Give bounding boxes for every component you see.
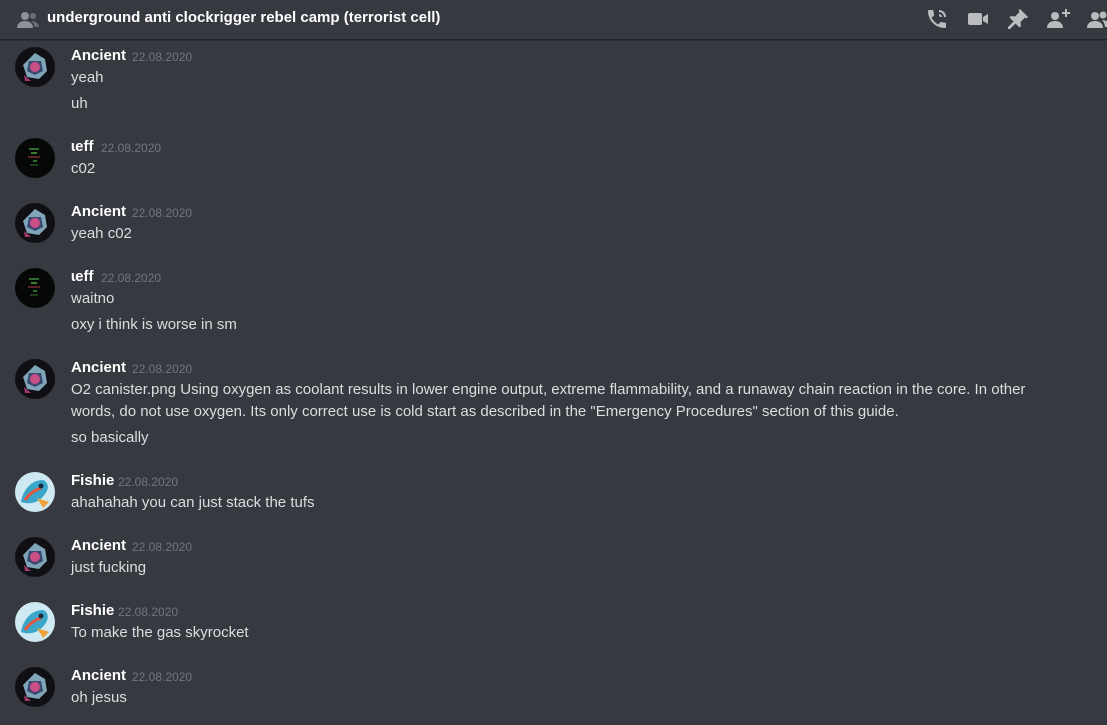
timestamp: 22.08.2020 — [132, 206, 193, 220]
author-name[interactable]: Ancient — [71, 537, 126, 554]
message-text: oxy i think is worse in sm — [71, 316, 237, 333]
channel-header: underground anti clockrigger rebel camp … — [0, 0, 1107, 40]
author-name[interactable]: Fishie — [71, 472, 114, 489]
author-name[interactable]: Fishie — [71, 602, 114, 619]
video-call-icon[interactable] — [966, 7, 990, 31]
timestamp: 22.08.2020 — [132, 362, 193, 376]
pin-icon[interactable] — [1006, 7, 1030, 31]
message-text: c02 — [71, 160, 96, 177]
member-list-icon[interactable] — [1086, 7, 1107, 31]
message-text: To make the gas skyrocket — [71, 624, 249, 641]
avatar[interactable] — [15, 47, 55, 87]
message-list: Ancient 22.08.2020 yeah uh ɩeff 22.08.20… — [0, 41, 1107, 725]
timestamp: 22.08.2020 — [101, 271, 162, 285]
avatar[interactable] — [15, 472, 55, 512]
avatar[interactable] — [15, 667, 55, 707]
timestamp: 22.08.2020 — [132, 540, 193, 554]
add-member-icon[interactable] — [1046, 7, 1070, 31]
message-text: oh jesus — [71, 689, 127, 706]
message-text: just fucking — [71, 559, 147, 576]
phone-call-icon[interactable] — [925, 7, 949, 31]
author-name[interactable]: Ancient — [71, 359, 126, 376]
channel-title: underground anti clockrigger rebel camp … — [47, 9, 441, 26]
timestamp: 22.08.2020 — [118, 475, 179, 489]
message-text: so basically — [71, 429, 149, 446]
avatar[interactable] — [15, 359, 55, 399]
message-text: ahahahah you can just stack the tufs — [71, 494, 315, 511]
message-text: yeah — [71, 69, 104, 86]
group-icon — [17, 12, 39, 28]
avatar[interactable] — [15, 537, 55, 577]
timestamp: 22.08.2020 — [132, 50, 193, 64]
author-name[interactable]: Ancient — [71, 47, 126, 64]
avatar[interactable] — [15, 203, 55, 243]
timestamp: 22.08.2020 — [132, 670, 193, 684]
timestamp: 22.08.2020 — [101, 141, 162, 155]
avatar[interactable] — [15, 602, 55, 642]
author-name[interactable]: ɩeff — [71, 268, 94, 285]
timestamp: 22.08.2020 — [118, 605, 179, 619]
author-name[interactable]: ɩeff — [71, 138, 94, 155]
author-name[interactable]: Ancient — [71, 667, 126, 684]
message-text: yeah c02 — [71, 225, 132, 242]
author-name[interactable]: Ancient — [71, 203, 126, 220]
avatar[interactable] — [15, 138, 55, 178]
message-text: uh — [71, 95, 88, 112]
message-text: waitno — [71, 290, 115, 307]
message-text: O2 canister.png Using oxygen as coolant … — [71, 381, 1026, 420]
avatar[interactable] — [15, 268, 55, 308]
